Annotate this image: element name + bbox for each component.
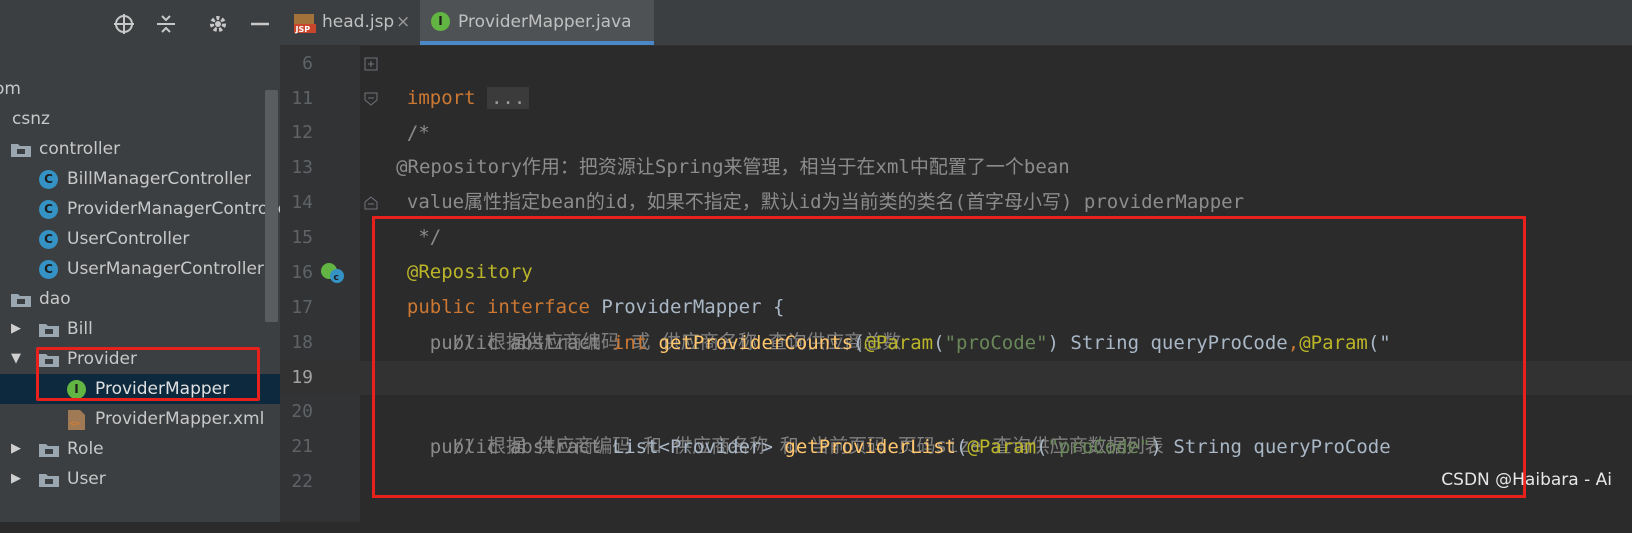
class-icon: C (39, 170, 58, 189)
tab-head-jsp[interactable]: JSP head.jsp × (280, 0, 415, 45)
minimize-icon[interactable] (248, 12, 272, 36)
interface-icon: I (431, 12, 450, 31)
editor-tab-bar: JSP head.jsp × I ProviderMapper.java (280, 0, 1632, 46)
line-number: 15 (291, 227, 313, 248)
class-icon: C (39, 230, 58, 249)
implemented-icon[interactable]: c (320, 262, 346, 284)
line-number: 20 (291, 401, 313, 422)
package-icon (11, 144, 31, 157)
gear-icon[interactable] (206, 12, 230, 36)
line-number: 13 (291, 157, 313, 178)
folder-icon (39, 444, 59, 457)
annotation-box-code (372, 216, 1526, 498)
fold-expand-icon[interactable] (364, 57, 378, 71)
annotation-box-provider (36, 347, 260, 401)
tab-providermapper-java[interactable]: I ProviderMapper.java (420, 0, 654, 45)
line-number: 18 (291, 332, 313, 353)
close-icon[interactable]: × (396, 0, 410, 45)
svg-text:JSP: JSP (295, 25, 311, 34)
expand-arrow-icon[interactable]: ▶ (11, 464, 21, 494)
locate-icon[interactable] (112, 12, 136, 36)
fold-collapse-icon[interactable] (364, 92, 378, 106)
line-number: 11 (291, 88, 313, 109)
line-number: 14 (291, 192, 313, 213)
expand-arrow-icon[interactable]: ▶ (11, 434, 21, 464)
svg-text:c: c (334, 273, 339, 283)
tab-label: ProviderMapper.java (458, 12, 632, 32)
project-toolbar (0, 0, 280, 48)
collapse-all-icon[interactable] (154, 12, 178, 36)
code-line-11: /* (406, 122, 430, 144)
folder-icon (39, 474, 59, 487)
line-number: 16 (291, 262, 313, 283)
package-icon (11, 294, 31, 307)
svg-text:<>: <> (70, 419, 80, 428)
project-panel: om csnz controller C BillManagerControll… (0, 0, 280, 522)
line-number: 21 (291, 436, 313, 457)
line-number: 6 (302, 53, 313, 74)
collapse-arrow-icon[interactable]: ▼ (11, 344, 21, 374)
line-number: 12 (291, 122, 313, 143)
class-icon: C (39, 200, 58, 219)
code-line-12: @Repository作用：把资源让Spring来管理，相当于在xml中配置了一… (396, 156, 1070, 178)
fold-end-icon[interactable] (364, 196, 378, 210)
jsp-file-icon: JSP (294, 14, 316, 34)
line-number: 19 (291, 367, 313, 388)
code-line-6: import ... (384, 47, 530, 109)
tab-label: head.jsp (322, 12, 395, 32)
code-line-14: */ (406, 226, 442, 248)
watermark: CSDN @Haibara - Ai (1441, 470, 1612, 490)
class-icon: C (39, 260, 58, 279)
line-number: 17 (291, 297, 313, 318)
xml-file-icon: <> (68, 410, 85, 430)
collapsed-imports[interactable]: ... (486, 87, 530, 109)
folder-icon (39, 324, 59, 337)
line-number: 22 (291, 471, 313, 492)
expand-arrow-icon[interactable]: ▶ (11, 314, 21, 344)
sidebar-scrollbar[interactable] (265, 90, 278, 322)
code-line-13: value属性指定bean的id，如果不指定，默认id为当前类的类名(首字母小写… (406, 191, 1245, 213)
